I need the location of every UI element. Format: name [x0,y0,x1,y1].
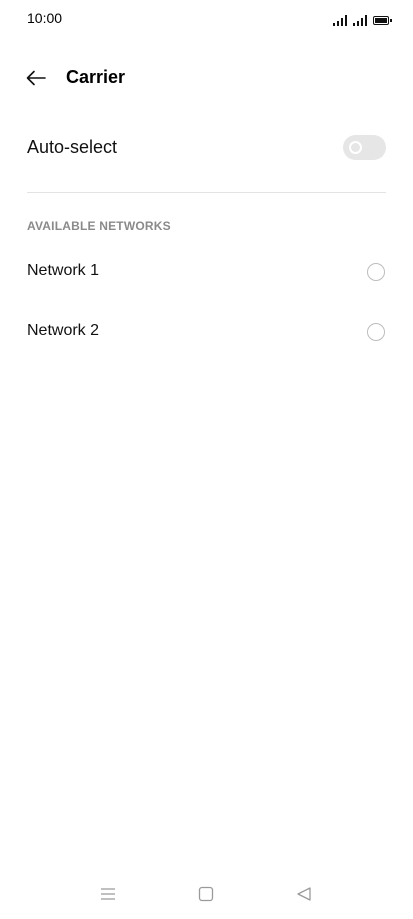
back-button[interactable] [20,62,52,94]
signal-1-icon [333,14,347,26]
auto-select-label: Auto-select [27,137,118,157]
section-title-available-networks: AVAILABLE NETWORKS [27,219,171,233]
system-nav-bar [0,874,413,914]
network-item-1[interactable]: Network 1 [0,244,413,300]
menu-icon [101,888,115,900]
network-1-radio[interactable] [367,263,385,281]
home-button[interactable] [194,882,218,906]
status-bar: 10:00 [0,0,413,36]
auto-select-row: Auto-select [0,120,413,176]
toggle-knob [349,141,362,154]
network-item-2[interactable]: Network 2 [0,304,413,360]
battery-icon [373,16,392,25]
arrow-left-icon [26,70,46,86]
signal-2-icon [353,14,367,26]
network-label: Network 1 [27,262,100,279]
header: Carrier [0,56,413,100]
menu-button[interactable] [96,882,120,906]
auto-select-toggle[interactable] [343,135,386,160]
status-time: 10:00 [27,10,63,26]
home-icon [198,886,214,902]
divider [27,192,386,193]
back-nav-button[interactable] [292,882,316,906]
page-title: Carrier [66,67,126,87]
status-icons [333,10,392,26]
network-label: Network 2 [27,322,100,339]
back-triangle-icon [297,887,311,901]
network-2-radio[interactable] [367,323,385,341]
